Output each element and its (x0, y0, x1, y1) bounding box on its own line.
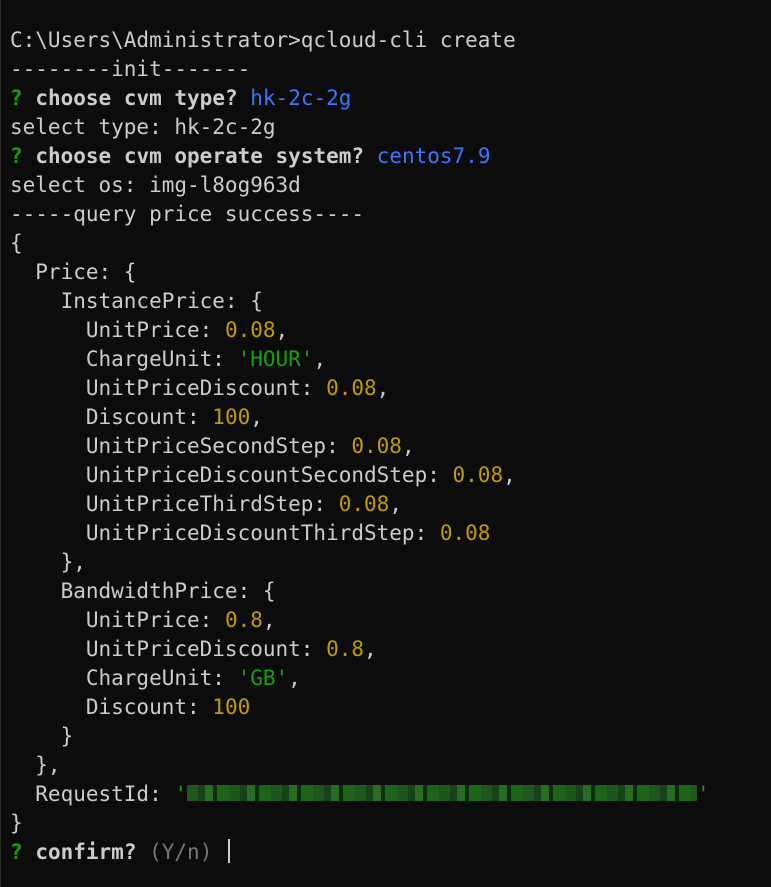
select-type-output: select type: hk-2c-2g (10, 115, 276, 139)
question-cvm-type: ? choose cvm type? hk-2c-2g (10, 84, 771, 113)
command-line: C:\Users\Administrator>qcloud-cli create (10, 28, 516, 52)
request-id-line: RequestId: ' ' (10, 780, 771, 809)
instance-price-list: UnitPrice: 0.08, ChargeUnit: 'HOUR', Uni… (10, 316, 771, 548)
instance-price-close: }, (10, 550, 86, 574)
json-field-key: UnitPriceDiscount: (10, 637, 327, 661)
json-field-value: 0.08 (439, 521, 491, 545)
json-field-key: UnitPriceDiscount: (10, 376, 327, 400)
json-field-line: UnitPrice: 0.08, (10, 316, 771, 345)
price-close: }, (10, 753, 61, 777)
json-field-line: UnitPriceDiscountThirdStep: 0.08 (10, 519, 771, 548)
json-close-brace: } (10, 811, 23, 835)
json-field-line: UnitPriceThirdStep: 0.08, (10, 490, 771, 519)
question-mark-icon: ? (10, 840, 23, 864)
json-field-value: 100 (212, 695, 251, 719)
request-id-close-quote: ' (697, 782, 710, 806)
json-field-separator: , (503, 463, 516, 487)
json-field-separator: , (364, 637, 377, 661)
json-field-value: 0.08 (452, 463, 504, 487)
json-open-brace: { (10, 231, 23, 255)
json-field-line: ChargeUnit: 'GB', (10, 664, 771, 693)
json-field-key: UnitPrice: (10, 318, 225, 342)
json-field-value: 'HOUR' (237, 347, 314, 371)
question-text: choose cvm type? (35, 86, 238, 110)
redacted-request-id (187, 785, 698, 801)
json-field-value: 'GB' (237, 666, 289, 690)
question-cvm-os: ? choose cvm operate system? centos7.9 (10, 142, 771, 171)
init-divider: --------init------- (10, 57, 251, 81)
json-field-key: ChargeUnit: (10, 666, 238, 690)
instance-price-key: InstancePrice: { (10, 289, 263, 313)
json-field-line: UnitPriceDiscountSecondStep: 0.08, (10, 461, 771, 490)
json-field-key: Discount: (10, 695, 213, 719)
json-field-key: Discount: (10, 405, 213, 429)
json-field-line: ChargeUnit: 'HOUR', (10, 345, 771, 374)
json-field-separator: , (275, 318, 289, 342)
question-mark-icon: ? (10, 86, 23, 110)
confirm-prompt[interactable]: ? confirm? (Y/n) (10, 838, 771, 867)
json-field-line: UnitPrice: 0.8, (10, 606, 771, 635)
json-field-key: UnitPrice: (10, 608, 225, 632)
json-field-key: ChargeUnit: (10, 347, 238, 371)
json-field-separator: , (389, 492, 402, 516)
request-id-open-quote: ' (174, 782, 188, 806)
bandwidth-price-key: BandwidthPrice: { (10, 579, 276, 603)
price-key: Price: { (10, 260, 137, 284)
json-field-key: UnitPriceDiscountThirdStep: (10, 521, 440, 545)
question-text: choose cvm operate system? (35, 144, 365, 168)
json-field-line: Discount: 100 (10, 693, 771, 722)
question-mark-icon: ? (10, 144, 23, 168)
json-field-line: Discount: 100, (10, 403, 771, 432)
select-os-output: select os: img-l8og963d (10, 173, 301, 197)
json-field-key: UnitPriceDiscountSecondStep: (10, 463, 453, 487)
json-field-line: UnitPriceDiscount: 0.08, (10, 374, 771, 403)
json-field-line: UnitPriceSecondStep: 0.08, (10, 432, 771, 461)
json-field-value: 0.8 (224, 608, 263, 632)
json-field-separator: , (313, 347, 327, 371)
json-field-value: 0.8 (326, 637, 365, 661)
json-field-key: UnitPriceThirdStep: (10, 492, 339, 516)
bandwidth-price-list: UnitPrice: 0.8, UnitPriceDiscount: 0.8, … (10, 606, 771, 722)
terminal-window[interactable]: C:\Users\Administrator>qcloud-cli create… (0, 0, 771, 887)
json-field-separator: , (401, 434, 415, 458)
confirm-text: confirm? (35, 840, 137, 864)
confirm-hint: (Y/n) (149, 840, 213, 864)
question-answer: hk-2c-2g (250, 86, 352, 110)
json-field-line: UnitPriceDiscount: 0.8, (10, 635, 771, 664)
json-field-separator: , (262, 608, 276, 632)
json-field-value: 0.08 (338, 492, 390, 516)
json-field-separator: , (288, 666, 301, 690)
json-field-value: 0.08 (351, 434, 402, 458)
query-success-divider: -----query price success---- (10, 202, 365, 226)
bandwidth-price-close: } (10, 724, 74, 748)
json-field-separator: , (250, 405, 263, 429)
question-answer: centos7.9 (376, 144, 491, 168)
json-field-value: 0.08 (224, 318, 276, 342)
json-field-value: 0.08 (326, 376, 377, 400)
json-field-separator: , (376, 376, 390, 400)
request-id-key: RequestId: (10, 782, 175, 806)
json-field-value: 100 (212, 405, 251, 429)
text-cursor[interactable] (228, 839, 230, 863)
json-field-key: UnitPriceSecondStep: (10, 434, 352, 458)
